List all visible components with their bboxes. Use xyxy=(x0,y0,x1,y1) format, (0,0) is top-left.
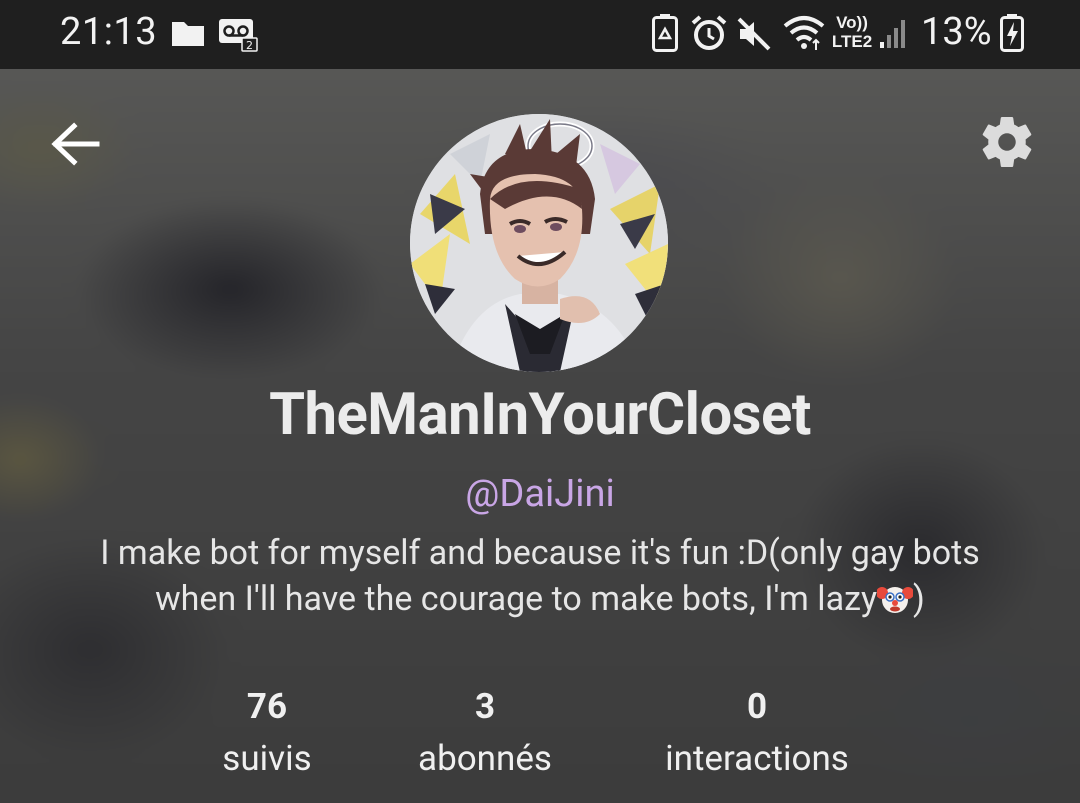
status-bar: 21:13 2 Vo)) LTE2 13% xyxy=(0,0,1080,69)
settings-button[interactable] xyxy=(974,109,1040,175)
interactions-count: 0 xyxy=(746,686,768,727)
following-label: suivis xyxy=(222,738,312,779)
svg-text:2: 2 xyxy=(246,39,253,52)
voicemail-icon: 2 xyxy=(219,19,258,52)
gear-icon xyxy=(982,116,1032,167)
mute-icon xyxy=(737,17,771,51)
status-time: 21:13 xyxy=(60,10,158,54)
bio-text-end: ) xyxy=(913,579,925,619)
profile-handle[interactable]: @DaiJini xyxy=(0,472,1080,516)
arrow-left-icon xyxy=(51,122,100,166)
volte-indicator: Vo)) LTE2 xyxy=(831,13,873,51)
stat-following[interactable]: 76 suivis xyxy=(190,686,344,779)
profile-bio: I make bot for myself and because it's f… xyxy=(60,530,1020,654)
avatar[interactable] xyxy=(410,114,668,372)
bio-text: I make bot for myself and because it's f… xyxy=(100,533,980,619)
interactions-label: interactions xyxy=(665,738,849,779)
back-button[interactable] xyxy=(46,117,104,171)
followers-label: abonnés xyxy=(418,738,552,779)
battery-saver-icon xyxy=(652,14,678,52)
clown-face-icon xyxy=(877,587,914,613)
folder-icon xyxy=(172,22,204,46)
signal-icon xyxy=(880,20,905,48)
battery-charging-icon xyxy=(1000,14,1024,52)
followers-count: 3 xyxy=(474,686,496,727)
following-count: 76 xyxy=(246,686,288,727)
stat-interactions[interactable]: 0 interactions xyxy=(640,686,874,779)
battery-percent: 13% xyxy=(921,10,992,54)
wifi-icon xyxy=(783,16,825,50)
stat-followers[interactable]: 3 abonnés xyxy=(398,686,572,779)
profile-display-name: TheManInYourCloset xyxy=(269,381,811,449)
profile-header: TheManInYourCloset @DaiJini I make bot f… xyxy=(0,69,1080,803)
avatar-illustration xyxy=(410,114,668,372)
alarm-icon xyxy=(691,15,727,50)
